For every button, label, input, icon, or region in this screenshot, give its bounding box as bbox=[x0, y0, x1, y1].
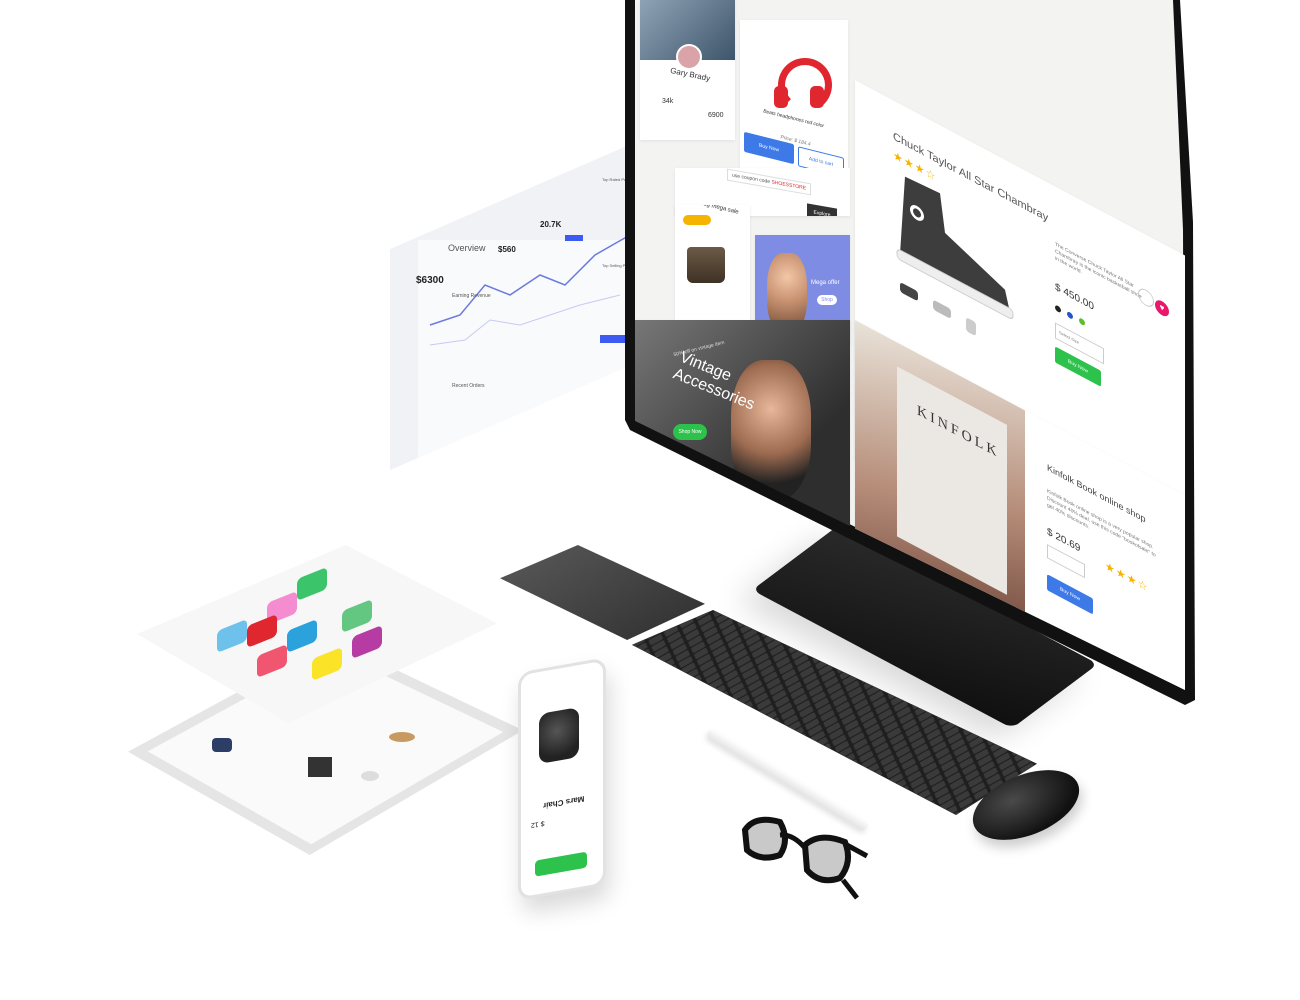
color-swatch-blue[interactable] bbox=[1067, 310, 1073, 320]
chart-title: Earning Revenue bbox=[452, 293, 491, 299]
instagram-icon bbox=[352, 624, 382, 660]
profile-card: Gary Brady 34k 6900 bbox=[640, 0, 735, 140]
promo-code-text: use coupon code bbox=[732, 172, 771, 186]
glasses-image bbox=[741, 816, 869, 900]
shoe-image bbox=[896, 176, 1014, 319]
phone-cart-button[interactable] bbox=[535, 851, 587, 877]
avatar bbox=[676, 44, 702, 70]
chair-image bbox=[539, 707, 579, 765]
heart-icon[interactable]: ♥ bbox=[1155, 297, 1169, 319]
bag-card: Our Bag mega sale bbox=[675, 205, 750, 325]
twitter-icon bbox=[287, 618, 317, 654]
headphones-title: Beats headphones red color bbox=[762, 108, 825, 130]
vintage-shop-button[interactable]: Shop Now bbox=[673, 424, 707, 440]
book-rating: ★★★☆ bbox=[1105, 559, 1149, 596]
phone: Mars Chair $ 12 bbox=[518, 657, 606, 901]
dashboard-stat-1: $6300 bbox=[416, 275, 444, 286]
dashboard-stat-3: 20.7K bbox=[540, 220, 562, 229]
dashboard-header: Overview bbox=[448, 243, 486, 253]
spotify-icon bbox=[297, 566, 327, 602]
mega-offer-title: Mega offer bbox=[811, 280, 840, 286]
color-swatch-black[interactable] bbox=[1055, 304, 1061, 314]
shoe-thumb-2[interactable] bbox=[933, 299, 951, 320]
promo-code-value: SHOESSTORE bbox=[771, 179, 807, 192]
profile-stat-1: 34k bbox=[662, 98, 674, 105]
dashboard-stat-2: $560 bbox=[498, 245, 516, 254]
monitor: Gary Brady 34k 6900 Beats headphones red… bbox=[625, 0, 1195, 705]
phone-product-name: Mars Chair bbox=[543, 794, 585, 811]
profile-stat-2: 6900 bbox=[708, 112, 724, 119]
book-buy-button[interactable]: Buy Now bbox=[1047, 574, 1093, 615]
mega-offer-button[interactable]: Shop bbox=[817, 295, 837, 305]
chair-thumb-1[interactable] bbox=[211, 737, 232, 752]
phone-product-price: $ 12 bbox=[531, 819, 545, 829]
bag-image bbox=[687, 247, 725, 283]
orders-title: Recent Orders bbox=[452, 383, 485, 389]
explore-button[interactable]: Explore bbox=[807, 203, 837, 216]
sale-badge bbox=[683, 215, 711, 225]
lamp-thumb[interactable] bbox=[361, 770, 380, 781]
youtube-icon bbox=[247, 613, 277, 649]
color-swatch-green[interactable] bbox=[1079, 317, 1085, 327]
chair-thumb-3[interactable] bbox=[389, 732, 416, 743]
skype-icon bbox=[217, 618, 247, 654]
google-plus-icon bbox=[257, 643, 287, 679]
chat-icon bbox=[342, 598, 372, 634]
shoe-price: $ 450.00 bbox=[1055, 281, 1094, 314]
chair-thumb-2[interactable] bbox=[307, 757, 332, 778]
snapchat-icon bbox=[312, 646, 342, 682]
shoe-thumb-3[interactable] bbox=[966, 317, 976, 337]
shoe-thumb-1[interactable] bbox=[900, 281, 918, 302]
